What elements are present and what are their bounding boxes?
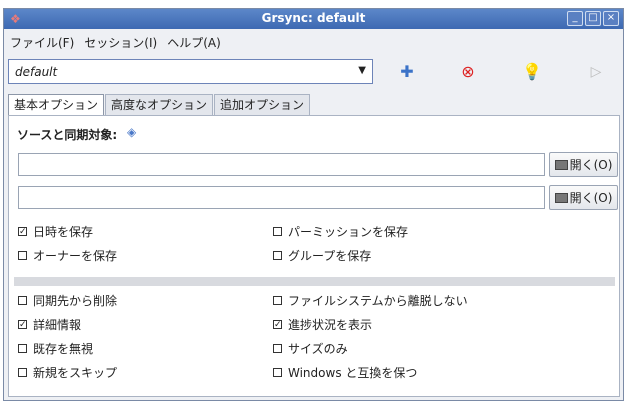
verbose-option[interactable]: ✓ 詳細情報 xyxy=(18,316,81,333)
source-input[interactable] xyxy=(18,153,545,176)
tab-advanced[interactable]: 高度なオプション xyxy=(105,94,214,116)
skip-new-option[interactable]: 新規をスキップ xyxy=(18,364,117,381)
option-label: Windows と互換を保つ xyxy=(288,366,418,380)
menu-bar: ファイル(F) セッション(I) ヘルプ(A) xyxy=(4,30,623,54)
maximize-button[interactable]: □ xyxy=(585,11,601,26)
preserve-group-option[interactable]: グループを保存 xyxy=(273,247,371,264)
session-combo[interactable]: default ▼ xyxy=(8,59,373,84)
checkbox-icon[interactable] xyxy=(18,368,27,377)
dropdown-arrow-icon: ▼ xyxy=(358,65,366,76)
checkbox-icon[interactable]: ✓ xyxy=(18,227,27,237)
checkbox-icon[interactable] xyxy=(273,227,282,236)
preserve-time-option[interactable]: ✓ 日時を保存 xyxy=(18,223,93,240)
checkbox-icon[interactable] xyxy=(18,296,27,305)
option-label: サイズのみ xyxy=(288,342,348,356)
checkbox-icon[interactable] xyxy=(273,368,282,377)
option-label: 進捗状況を表示 xyxy=(288,318,373,332)
app-window: ❖ Grsync: default _ □ × ファイル(F) セッション(I)… xyxy=(3,8,624,401)
open-button-label: 開く(O) xyxy=(569,191,613,205)
preserve-owner-option[interactable]: オーナーを保存 xyxy=(18,247,117,264)
source-label: ソースと同期対象: xyxy=(17,128,118,142)
tab-basic[interactable]: 基本オプション xyxy=(8,94,105,116)
minimize-button[interactable]: _ xyxy=(567,11,583,26)
options-panel: ソースと同期対象: ◈ 開く(O) 開く(O) ✓ 日時を保存 パーミッションを… xyxy=(8,115,620,397)
separator xyxy=(14,277,615,286)
checkbox-icon[interactable] xyxy=(18,344,27,353)
one-fs-option[interactable]: ファイルシステムから離脱しない xyxy=(273,292,468,309)
ignore-existing-option[interactable]: 既存を無視 xyxy=(18,340,93,357)
option-label: 新規をスキップ xyxy=(33,366,118,380)
windows-compat-option[interactable]: Windows と互換を保つ xyxy=(273,364,417,381)
run-button[interactable]: ▷ xyxy=(586,62,606,82)
menu-file[interactable]: ファイル(F) xyxy=(10,34,74,51)
menu-session[interactable]: セッション(I) xyxy=(84,34,157,51)
checkbox-icon[interactable] xyxy=(18,251,27,260)
checkbox-icon[interactable] xyxy=(273,251,282,260)
option-label: パーミッションを保存 xyxy=(288,225,409,239)
add-session-button[interactable]: ✚ xyxy=(397,62,417,82)
open-source-button[interactable]: 開く(O) xyxy=(549,152,618,177)
option-label: 同期先から削除 xyxy=(33,294,118,308)
info-icon: ◈ xyxy=(127,125,137,139)
open-button-label: 開く(O) xyxy=(569,158,613,172)
delete-dest-option[interactable]: 同期先から削除 xyxy=(18,292,117,309)
tab-bar: 基本オプション 高度なオプション 追加オプション xyxy=(8,94,311,116)
window-title: Grsync: default xyxy=(261,11,366,25)
folder-icon xyxy=(554,159,568,170)
option-label: ファイルシステムから離脱しない xyxy=(288,294,468,308)
checkbox-icon[interactable] xyxy=(273,344,282,353)
option-label: 詳細情報 xyxy=(33,318,82,332)
close-button[interactable]: × xyxy=(603,11,619,26)
progress-option[interactable]: ✓ 進捗状況を表示 xyxy=(273,316,372,333)
delete-session-button[interactable]: ⊗ xyxy=(458,62,478,82)
checkbox-icon[interactable]: ✓ xyxy=(273,320,282,330)
option-label: 日時を保存 xyxy=(33,225,94,239)
option-label: グループを保存 xyxy=(288,249,372,263)
checkbox-icon[interactable]: ✓ xyxy=(18,320,27,330)
checkbox-icon[interactable] xyxy=(273,296,282,305)
size-only-option[interactable]: サイズのみ xyxy=(273,340,348,357)
tab-extra[interactable]: 追加オプション xyxy=(214,94,311,116)
menu-help[interactable]: ヘルプ(A) xyxy=(167,34,221,51)
option-label: 既存を無視 xyxy=(33,342,94,356)
title-bar[interactable]: ❖ Grsync: default _ □ × xyxy=(4,9,623,29)
simulate-bulb-icon[interactable]: 💡 xyxy=(522,62,542,82)
option-label: オーナーを保存 xyxy=(33,249,118,263)
destination-input[interactable] xyxy=(18,186,545,209)
preserve-perm-option[interactable]: パーミッションを保存 xyxy=(273,223,408,240)
open-destination-button[interactable]: 開く(O) xyxy=(549,185,618,210)
session-value: default xyxy=(15,65,58,79)
folder-icon xyxy=(554,192,568,203)
